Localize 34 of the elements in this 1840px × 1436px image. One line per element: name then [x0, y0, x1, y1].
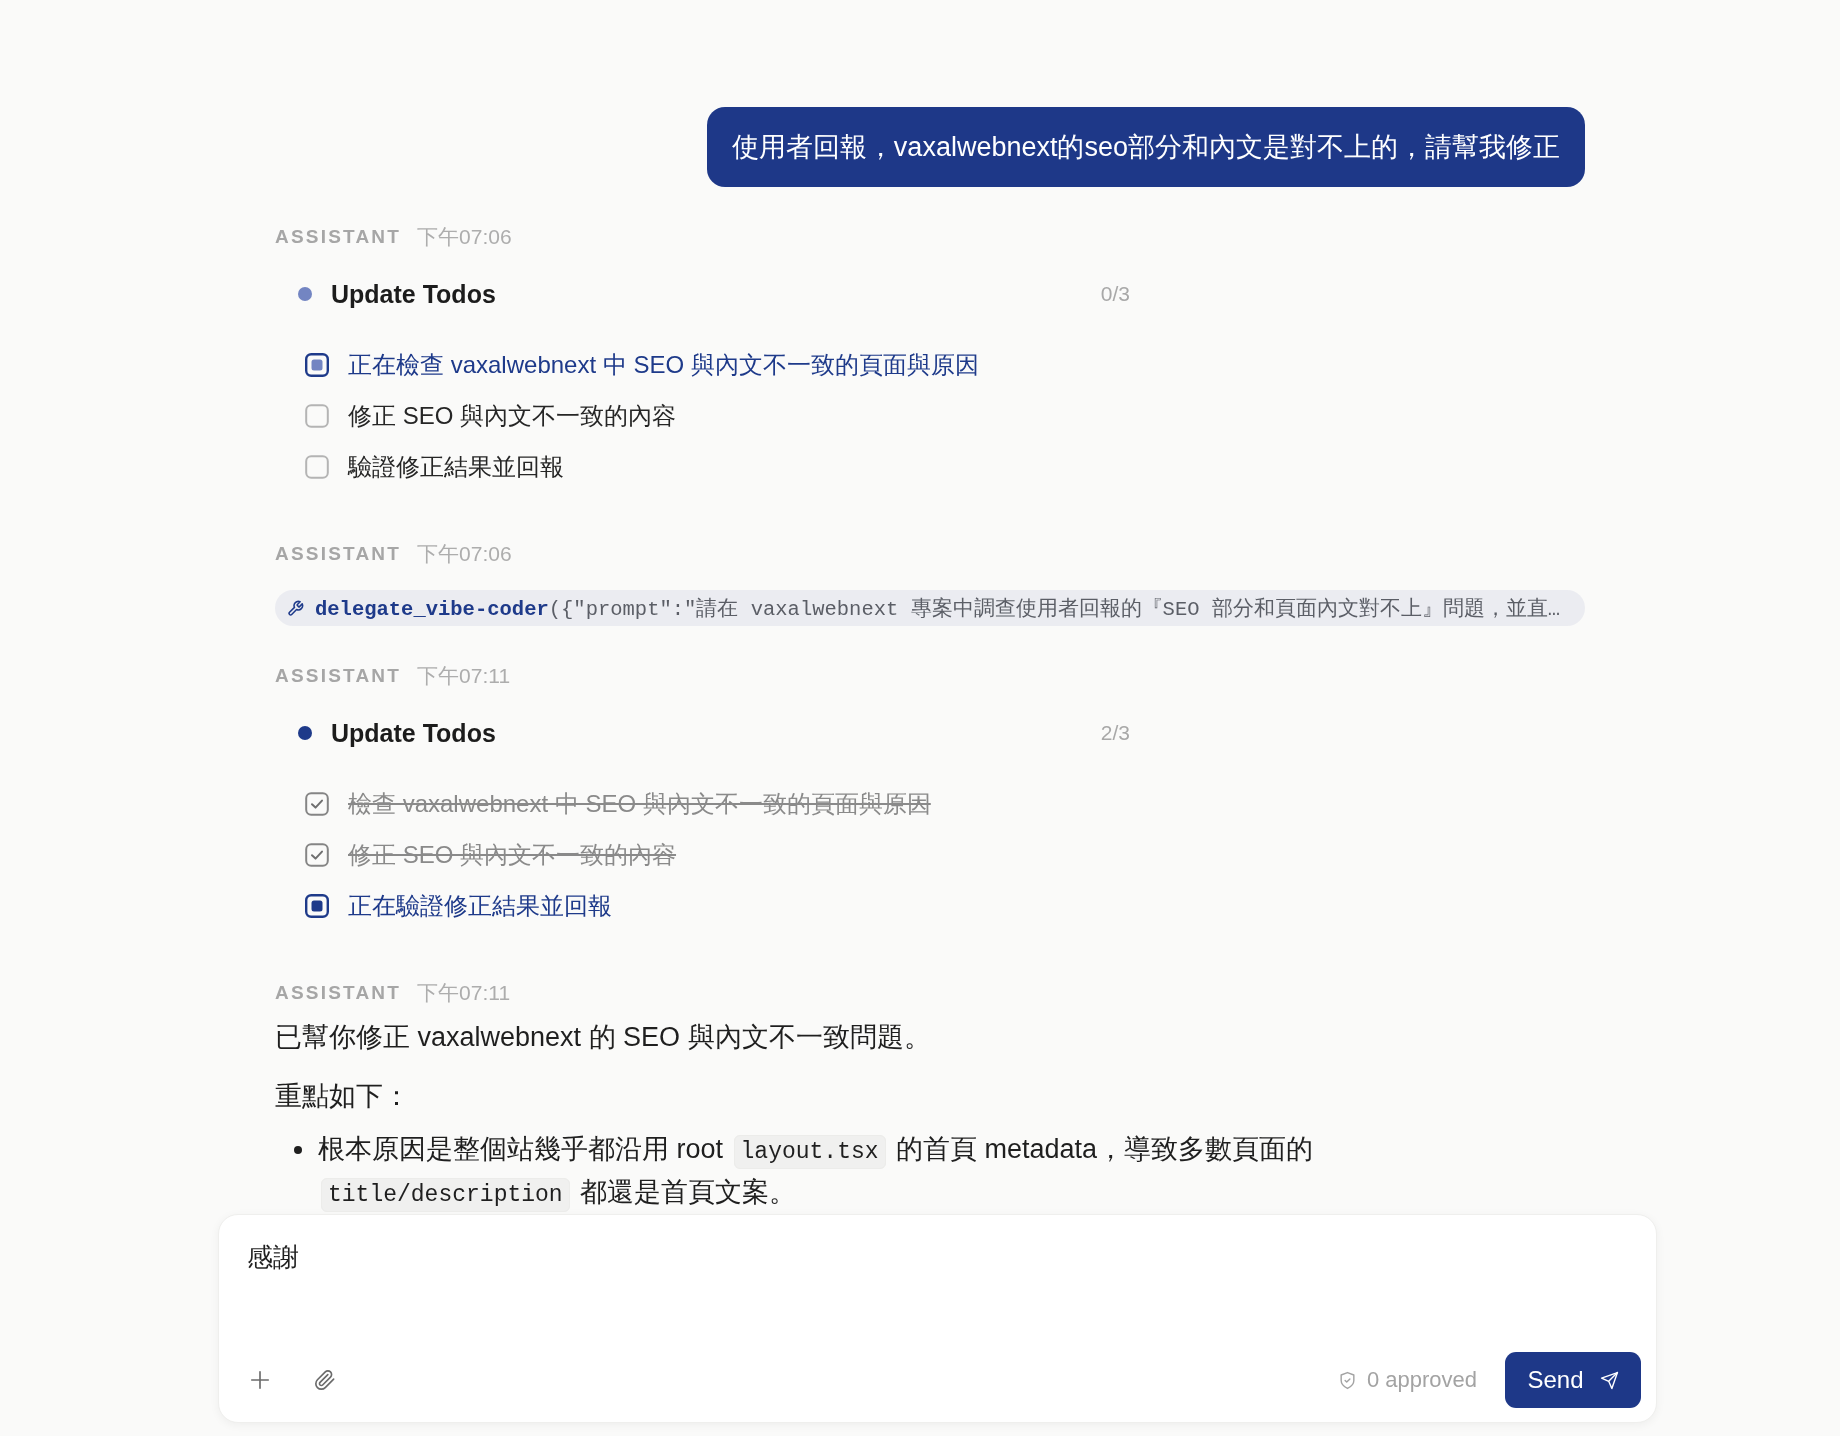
message-time: 下午07:06 [417, 224, 512, 250]
message-paragraph: 重點如下： [275, 1080, 411, 1113]
todo-text: 檢查 vaxalwebnext 中 SEO 與內文不一致的頁面與原因 [348, 788, 931, 819]
author-label: ASSISTANT [275, 543, 402, 565]
plus-icon[interactable] [249, 1369, 271, 1391]
message-paragraph: 已幫你修正 vaxalwebnext 的 SEO 與內文不一致問題。 [275, 1021, 932, 1054]
wrench-icon [287, 599, 304, 617]
paperclip-icon[interactable] [314, 1369, 336, 1391]
todo-text: 修正 SEO 與內文不一致的內容 [348, 839, 677, 870]
author-label: ASSISTANT [275, 226, 402, 248]
todo-text: 驗證修正結果並回報 [348, 451, 564, 482]
message-time: 下午07:06 [417, 541, 512, 567]
todo-count: 2/3 [1100, 721, 1130, 745]
author-label: ASSISTANT [275, 665, 402, 687]
todo-text: 正在檢查 vaxalwebnext 中 SEO 與內文不一致的頁面與原因 [348, 349, 979, 380]
todo-text: 正在驗證修正結果並回報 [348, 890, 612, 921]
todo-title: Update Todos [331, 279, 496, 309]
bullet-text: 根本原因是整個站幾乎都沿用 root layout.tsx 的首頁 metadata，導致多數頁面的 title/description 都還是首頁文案。 [318, 1128, 1348, 1214]
send-icon [1599, 1370, 1619, 1390]
tool-call-text: delegate_vibe-coder({"prompt":"請在 vaxalwebnext 專案中調查使用者回報的『SEO 部分和頁面內文對不上』問題，並直… [315, 596, 1561, 622]
todo-count: 0/3 [1100, 282, 1130, 306]
message-time: 下午07:11 [417, 663, 511, 689]
approved-count: 0 approved [1366, 1367, 1477, 1393]
send-button[interactable]: Send [1505, 1352, 1641, 1408]
todo-text: 修正 SEO 與內文不一致的內容 [348, 400, 677, 431]
shield-check-icon [1337, 1370, 1357, 1390]
message-composer[interactable]: 感謝 0 approved Send [218, 1214, 1657, 1423]
tool-call-pill[interactable]: delegate_vibe-coder({"prompt":"請在 vaxalwebnext 專案中調查使用者回報的『SEO 部分和頁面內文對不上』問題，並直… [275, 590, 1585, 626]
user-message-bubble: 使用者回報，vaxalwebnext的seo部分和內文是對不上的，請幫我修正 [706, 107, 1585, 187]
message-input[interactable]: 感謝 [247, 1235, 1641, 1333]
message-time: 下午07:11 [417, 980, 511, 1006]
bullet-icon [294, 1146, 302, 1154]
author-label: ASSISTANT [275, 982, 402, 1004]
todo-title: Update Todos [331, 718, 496, 748]
